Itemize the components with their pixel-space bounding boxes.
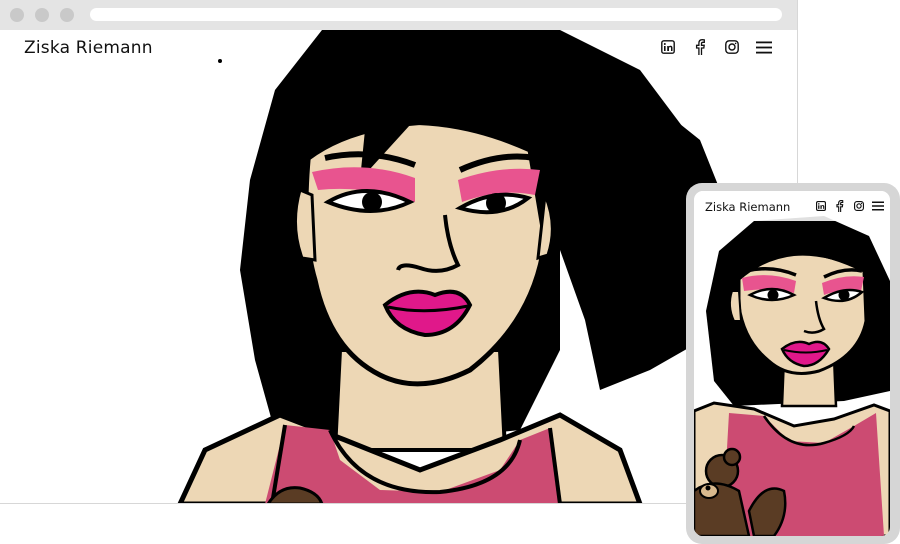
hamburger-menu-icon[interactable] [755, 38, 773, 56]
instagram-icon[interactable] [723, 38, 741, 56]
mobile-header: Ziska Riemann [694, 191, 890, 221]
mobile-header-nav [814, 199, 884, 212]
instagram-icon[interactable] [852, 199, 865, 212]
mobile-site-title[interactable]: Ziska Riemann [705, 200, 790, 214]
address-bar[interactable] [90, 8, 782, 21]
facebook-icon[interactable] [833, 199, 846, 212]
header-nav [659, 38, 773, 56]
desktop-viewport: Ziska Riemann [0, 30, 797, 503]
window-minimize-dot[interactable] [35, 8, 49, 22]
mobile-hero-illustration [694, 216, 890, 536]
linkedin-icon[interactable] [659, 38, 677, 56]
mobile-phone-mockup: Ziska Riemann [686, 183, 900, 544]
hamburger-menu-icon[interactable] [871, 199, 884, 212]
mobile-viewport: Ziska Riemann [694, 191, 890, 536]
hero-illustration [177, 30, 740, 503]
desktop-browser-mockup: Ziska Riemann [0, 0, 798, 504]
site-title[interactable]: Ziska Riemann [24, 38, 153, 58]
facebook-icon[interactable] [691, 38, 709, 56]
window-zoom-dot[interactable] [60, 8, 74, 22]
linkedin-icon[interactable] [814, 199, 827, 212]
browser-toolbar [0, 0, 797, 30]
window-close-dot[interactable] [10, 8, 24, 22]
